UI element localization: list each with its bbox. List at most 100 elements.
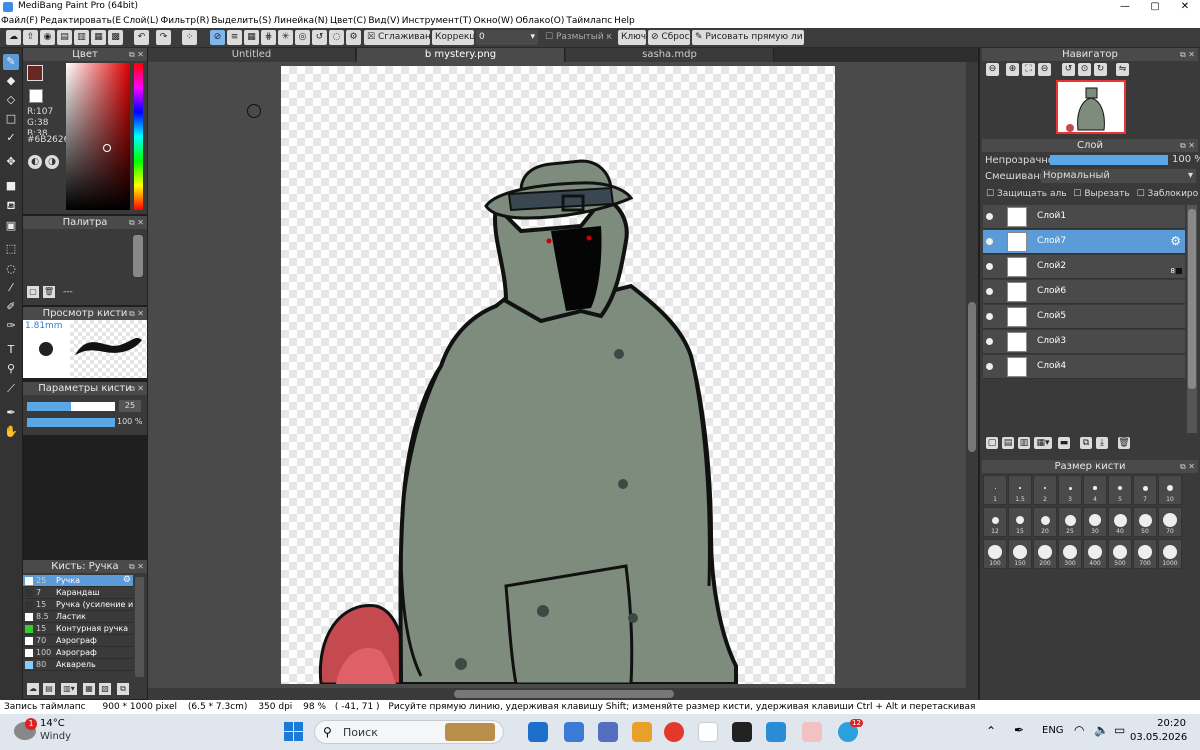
mail-icon[interactable] xyxy=(598,722,618,742)
layer-row[interactable]: Слой7 ⚙ xyxy=(983,230,1185,254)
vanish-snap-icon[interactable]: ⋕ xyxy=(261,30,276,45)
h-app-icon[interactable] xyxy=(732,722,752,742)
redo-icon[interactable]: ↷ xyxy=(156,30,171,45)
brush-size-cell[interactable]: 1 xyxy=(983,475,1007,505)
delete-layer-icon[interactable]: 🗑 xyxy=(1118,437,1130,449)
palette-scrollbar[interactable] xyxy=(133,235,143,277)
deselect-icon[interactable]: ⁘ xyxy=(182,30,197,45)
vertical-scrollbar[interactable] xyxy=(966,62,978,688)
tab-sasha[interactable]: sasha.mdp xyxy=(566,48,774,62)
add-brush-icon[interactable]: ▤ xyxy=(43,683,55,695)
menu-file[interactable]: Файл(F) xyxy=(0,14,39,28)
brush-size-cell[interactable]: 2 xyxy=(1033,475,1057,505)
correction-select[interactable]: 0 ▾ xyxy=(476,30,538,45)
brush-size-cell[interactable]: 7 xyxy=(1133,475,1157,505)
horizontal-scroll-thumb[interactable] xyxy=(454,690,674,698)
menu-timelapse[interactable]: Таймлапс xyxy=(565,14,613,28)
layer-row[interactable]: Слой3 xyxy=(983,330,1185,354)
maximize-button[interactable]: ▢ xyxy=(1140,0,1170,14)
brush-params-close-icon[interactable]: ⧉ ✕ xyxy=(129,382,144,395)
brush-size-cell[interactable]: 400 xyxy=(1083,539,1107,569)
cloud-brush-icon[interactable]: ☁ xyxy=(27,683,39,695)
lasso-tool-icon[interactable]: ◌ xyxy=(3,261,19,277)
medibang-icon[interactable] xyxy=(698,722,718,742)
visibility-eye-icon[interactable] xyxy=(986,213,993,220)
circle-snap-icon[interactable]: ◎ xyxy=(295,30,310,45)
save-icon[interactable]: ▦ xyxy=(91,30,106,45)
chrome-icon[interactable] xyxy=(664,722,684,742)
menu-edit[interactable]: Редактировать(E xyxy=(39,14,122,28)
brush-preview-close-icon[interactable]: ⧉ ✕ xyxy=(129,307,144,320)
drawing-canvas[interactable] xyxy=(281,66,835,684)
color-picker-cursor[interactable] xyxy=(103,144,111,152)
brush-settings-icon[interactable]: ⚙ xyxy=(123,575,131,585)
brush-size-cell[interactable]: 200 xyxy=(1033,539,1057,569)
blur-checkbox[interactable]: ☐ Размытый к xyxy=(542,30,614,45)
select-tool-icon[interactable]: ⬚ xyxy=(3,241,19,257)
explorer-icon[interactable] xyxy=(632,722,652,742)
brush-size-cell[interactable]: 15 xyxy=(1008,507,1032,537)
fit-icon[interactable]: ⛶ xyxy=(1022,63,1035,76)
text-tool-icon[interactable]: T xyxy=(3,342,19,358)
cross-snap-icon[interactable]: ▦ xyxy=(244,30,259,45)
brush-menu-icon[interactable]: ▥▾ xyxy=(61,683,77,695)
check-tool-icon[interactable]: ✓ xyxy=(3,130,19,146)
taskbar-search[interactable]: ⚲ Поиск xyxy=(314,720,504,744)
open-icon[interactable]: ▥ xyxy=(74,30,89,45)
tab-untitled[interactable]: Untitled xyxy=(148,48,356,62)
layer-row[interactable]: Слой2 8 xyxy=(983,255,1185,279)
visibility-eye-icon[interactable] xyxy=(986,338,993,345)
brush-list-item[interactable]: 25 Ручка ⚙ xyxy=(23,575,133,587)
brush-size-cell[interactable]: 1000 xyxy=(1158,539,1182,569)
tab-mystery[interactable]: b mystery.png xyxy=(357,48,565,62)
visibility-eye-icon[interactable] xyxy=(986,363,993,370)
clock-time[interactable]: 20:20 xyxy=(1150,718,1186,729)
menu-select[interactable]: Выделить(S) xyxy=(210,14,272,28)
eraser-tool-icon[interactable]: ◆ xyxy=(3,73,19,89)
brush-size-cell[interactable]: 700 xyxy=(1133,539,1157,569)
hand-tool-icon[interactable]: ✋ xyxy=(3,424,19,440)
merge-layer-icon[interactable]: ⤓ xyxy=(1096,437,1108,449)
brush-size-cell[interactable]: 100 xyxy=(983,539,1007,569)
pen-icon[interactable]: ✒ xyxy=(1014,723,1024,737)
eyedropper-tool-icon[interactable]: ✒ xyxy=(3,405,19,421)
layer-close-icon[interactable]: ⧉ ✕ xyxy=(1180,139,1195,152)
menu-ruler[interactable]: Линейка(N) xyxy=(272,14,329,28)
wifi-icon[interactable]: ◠ xyxy=(1074,723,1084,737)
curve-snap-icon[interactable]: ↺ xyxy=(312,30,327,45)
cloud-icon[interactable]: ☁ xyxy=(6,30,21,45)
undo-icon[interactable]: ↶ xyxy=(134,30,149,45)
palette-close-icon[interactable]: ⧉ ✕ xyxy=(129,216,144,229)
navigator-preview[interactable] xyxy=(982,78,1198,136)
brush-size-cell[interactable]: 150 xyxy=(1008,539,1032,569)
key-label[interactable]: Ключ xyxy=(618,30,646,45)
lock-checkbox[interactable]: ☐ Заблокиров xyxy=(1137,189,1198,199)
ellipse-snap-icon[interactable]: ◌ xyxy=(329,30,344,45)
clip-checkbox[interactable]: ☐ Вырезать xyxy=(1073,189,1129,199)
blend-mode-select[interactable]: Нормальный ▾ xyxy=(1041,169,1196,183)
radial-snap-icon[interactable]: ✳ xyxy=(278,30,293,45)
visibility-eye-icon[interactable] xyxy=(986,313,993,320)
layer-opacity-slider[interactable] xyxy=(1050,155,1168,165)
brush-size-cell[interactable]: 500 xyxy=(1108,539,1132,569)
layer-scroll-thumb[interactable] xyxy=(1188,209,1196,389)
hue-slider[interactable] xyxy=(134,63,143,210)
brush-size-cell[interactable]: 40 xyxy=(1108,507,1132,537)
brush-list-item[interactable]: 70 Аэрограф xyxy=(23,635,133,647)
settings-snap-icon[interactable]: ⚙ xyxy=(346,30,361,45)
upload-icon[interactable]: ⇧ xyxy=(23,30,38,45)
vertical-scroll-thumb[interactable] xyxy=(968,302,976,452)
minimize-button[interactable]: — xyxy=(1110,0,1140,14)
rotate-left-icon[interactable]: ↺ xyxy=(1062,63,1075,76)
select-pen-icon[interactable]: ✐ xyxy=(3,299,19,315)
brush-tool-icon[interactable]: ✎ xyxy=(3,54,19,70)
vscode-icon[interactable] xyxy=(766,722,786,742)
color-wheel-icon[interactable]: ◐ xyxy=(28,155,42,169)
gradient-tool-icon[interactable]: ▣ xyxy=(3,218,19,234)
layer-row[interactable]: Слой6 xyxy=(983,280,1185,304)
add-palette-icon[interactable]: ▢ xyxy=(27,286,39,298)
menu-filter[interactable]: Фильтр(R) xyxy=(160,14,211,28)
delete-palette-icon[interactable]: 🗑 xyxy=(43,286,55,298)
brush-list-item[interactable]: 15 Контурная ручка xyxy=(23,623,133,635)
battery-icon[interactable]: ▭ xyxy=(1114,723,1125,737)
